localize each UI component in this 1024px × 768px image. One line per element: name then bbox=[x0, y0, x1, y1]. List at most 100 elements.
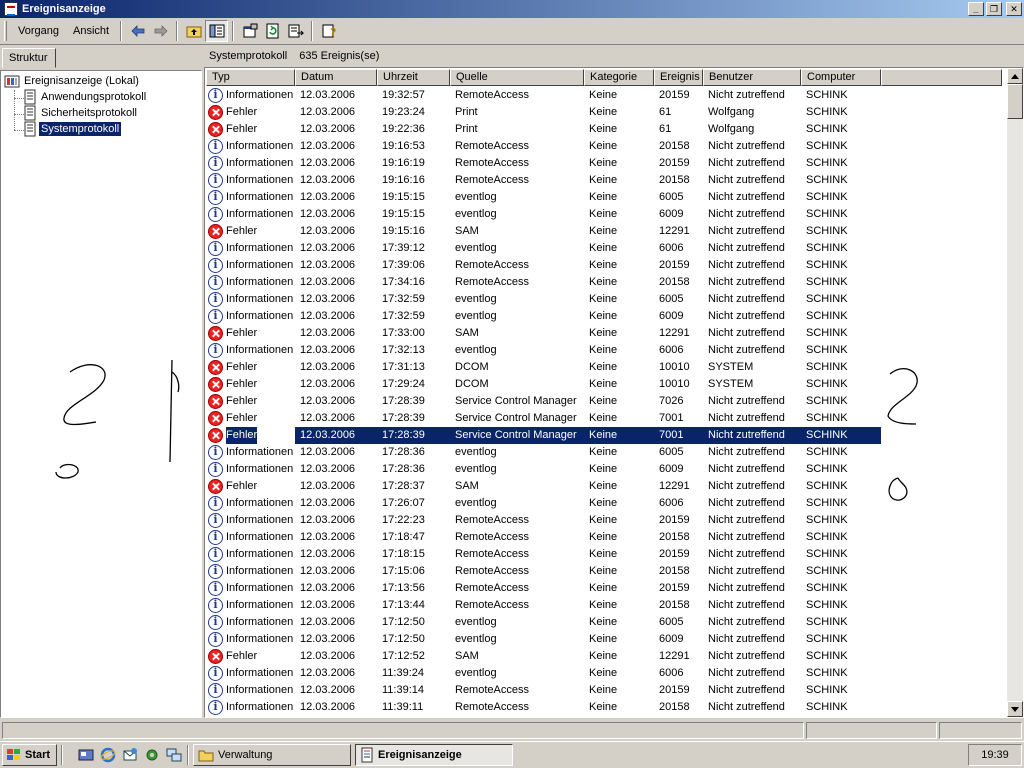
table-row[interactable]: Fehler 12.03.2006 17:28:39 Service Control … bbox=[206, 410, 1002, 427]
settings-icon[interactable] bbox=[143, 746, 161, 764]
table-row[interactable]: Fehler 12.03.2006 19:23:24 Print Keine 61 Wolf… bbox=[206, 104, 1002, 121]
cell-benutzer: Nicht zutreffend bbox=[708, 684, 785, 696]
table-row[interactable]: Informationen 12.03.2006 19:15:15 eventlog K… bbox=[206, 206, 1002, 223]
cell-uhrzeit: 17:28:37 bbox=[382, 480, 425, 492]
task-button-ereignisanzeige[interactable]: Ereignisanzeige bbox=[355, 744, 513, 766]
menu-ansicht[interactable]: Ansicht bbox=[66, 25, 116, 37]
tab-struktur[interactable]: Struktur bbox=[2, 48, 56, 68]
cell-datum: 12.03.2006 bbox=[300, 616, 356, 628]
refresh-button[interactable] bbox=[261, 20, 284, 42]
tree-item-anwendungsprotokoll[interactable]: Anwendungsprotokoll bbox=[23, 89, 148, 105]
table-row[interactable]: Fehler 12.03.2006 17:28:37 SAM Keine 12291 Nic… bbox=[206, 478, 1002, 495]
internet-explorer-icon[interactable] bbox=[99, 746, 117, 764]
table-row[interactable]: Fehler 12.03.2006 17:33:00 SAM Keine 12291 Nic… bbox=[206, 325, 1002, 342]
outlook-express-icon[interactable] bbox=[121, 746, 139, 764]
scroll-thumb[interactable] bbox=[1007, 84, 1023, 119]
table-row[interactable]: Informationen 12.03.2006 17:15:06 RemoteAcc… bbox=[206, 563, 1002, 580]
minimize-button[interactable]: _ bbox=[968, 2, 984, 16]
table-row[interactable]: Informationen 12.03.2006 17:18:15 RemoteAcc… bbox=[206, 546, 1002, 563]
table-row[interactable]: Informationen 12.03.2006 19:16:16 RemoteAcc… bbox=[206, 172, 1002, 189]
cell-ereignis: 20159 bbox=[659, 259, 690, 271]
table-row[interactable]: Informationen 12.03.2006 17:39:06 RemoteAcc… bbox=[206, 257, 1002, 274]
column-header-kategorie[interactable]: Kategorie bbox=[584, 69, 654, 86]
table-row[interactable]: Informationen 12.03.2006 19:15:15 eventlog K… bbox=[206, 189, 1002, 206]
network-icon[interactable] bbox=[165, 746, 183, 764]
close-button[interactable]: ✕ bbox=[1006, 2, 1022, 16]
table-row[interactable]: Informationen 12.03.2006 11:39:14 RemoteAcc… bbox=[206, 682, 1002, 699]
back-button[interactable] bbox=[126, 20, 149, 42]
cell-benutzer: Nicht zutreffend bbox=[708, 463, 785, 475]
tree-item-event-viewer-local[interactable]: Ereignisanzeige (Lokal) bbox=[4, 73, 141, 89]
export-list-button[interactable] bbox=[284, 20, 307, 42]
table-row[interactable]: Informationen 12.03.2006 17:34:16 RemoteAcc… bbox=[206, 274, 1002, 291]
table-row[interactable]: Informationen 12.03.2006 11:39:11 RemoteAcc… bbox=[206, 699, 1002, 716]
system-tray-clock[interactable]: 19:39 bbox=[968, 744, 1022, 766]
tree-item-systemprotokoll[interactable]: Systemprotokoll bbox=[23, 121, 122, 137]
show-desktop-icon[interactable] bbox=[77, 746, 95, 764]
table-row[interactable]: Fehler 12.03.2006 17:31:13 DCOM Keine 10010 SY… bbox=[206, 359, 1002, 376]
table-row[interactable]: Informationen 12.03.2006 17:22:23 RemoteAcc… bbox=[206, 512, 1002, 529]
show-hide-tree-button[interactable] bbox=[205, 20, 229, 42]
table-row[interactable]: Informationen 12.03.2006 19:16:53 RemoteAcc… bbox=[206, 138, 1002, 155]
event-viewer-app-icon[interactable] bbox=[4, 2, 18, 16]
table-row[interactable]: Informationen 12.03.2006 17:26:07 eventlog K… bbox=[206, 495, 1002, 512]
properties-button[interactable] bbox=[238, 20, 261, 42]
table-row[interactable]: Informationen 12.03.2006 17:13:56 RemoteAcc… bbox=[206, 580, 1002, 597]
table-row[interactable]: Fehler 12.03.2006 19:15:16 SAM Keine 12291 Nic… bbox=[206, 223, 1002, 240]
cell-typ: Informationen bbox=[206, 155, 295, 172]
table-row[interactable]: Informationen 12.03.2006 11:39:24 eventlog K… bbox=[206, 665, 1002, 682]
cell-typ: Fehler bbox=[206, 393, 295, 410]
event-list[interactable]: Typ Datum Uhrzeit Quelle Kategorie Ereig… bbox=[204, 67, 1024, 718]
cell-uhrzeit: 19:16:53 bbox=[382, 140, 425, 152]
table-row[interactable]: Informationen 12.03.2006 17:32:59 eventlog K… bbox=[206, 308, 1002, 325]
table-row[interactable]: Informationen 12.03.2006 17:18:47 RemoteAcc… bbox=[206, 529, 1002, 546]
column-header-benutzer[interactable]: Benutzer bbox=[703, 69, 801, 86]
info-icon bbox=[208, 598, 223, 613]
forward-button[interactable] bbox=[149, 20, 172, 42]
cell-typ: Informationen bbox=[206, 597, 295, 614]
menu-vorgang[interactable]: Vorgang bbox=[11, 25, 66, 37]
table-row[interactable]: Informationen 12.03.2006 17:12:50 eventlog K… bbox=[206, 614, 1002, 631]
table-row[interactable]: Informationen 12.03.2006 17:39:12 eventlog K… bbox=[206, 240, 1002, 257]
column-header-uhrzeit[interactable]: Uhrzeit bbox=[377, 69, 450, 86]
table-row[interactable]: Fehler 12.03.2006 17:12:52 SAM Keine 12291 Nic… bbox=[206, 648, 1002, 665]
vertical-scrollbar[interactable] bbox=[1007, 68, 1023, 717]
table-row[interactable]: Informationen 12.03.2006 17:32:59 eventlog K… bbox=[206, 291, 1002, 308]
cell-ereignis: 20158 bbox=[659, 276, 690, 288]
table-row[interactable]: Fehler 12.03.2006 17:29:24 DCOM Keine 10010 SY… bbox=[206, 376, 1002, 393]
table-row[interactable]: Fehler 12.03.2006 17:28:39 Service Control … bbox=[206, 427, 881, 444]
column-header-ereignis[interactable]: Ereignis bbox=[654, 69, 703, 86]
toolbar-grip[interactable] bbox=[4, 21, 7, 41]
column-header-quelle[interactable]: Quelle bbox=[450, 69, 584, 86]
table-row[interactable]: Informationen 12.03.2006 17:28:36 eventlog K… bbox=[206, 461, 1002, 478]
restore-button[interactable]: ❐ bbox=[986, 2, 1002, 16]
table-row[interactable]: Fehler 12.03.2006 17:28:39 Service Control … bbox=[206, 393, 1002, 410]
task-button-verwaltung[interactable]: Verwaltung bbox=[193, 744, 351, 766]
cell-ereignis: 7026 bbox=[659, 395, 684, 407]
tree-item-sicherheitsprotokoll[interactable]: Sicherheitsprotokoll bbox=[23, 105, 139, 121]
tree-view[interactable]: Ereignisanzeige (Lokal) Anwendungsprotok… bbox=[0, 70, 202, 718]
cell-quelle: RemoteAccess bbox=[455, 684, 529, 696]
table-row[interactable]: Informationen 12.03.2006 17:12:50 eventlog K… bbox=[206, 631, 1002, 648]
cell-datum: 12.03.2006 bbox=[300, 650, 356, 662]
cell-quelle: Service Control Manager bbox=[455, 395, 577, 407]
column-header-computer[interactable]: Computer bbox=[801, 69, 881, 86]
column-header-typ[interactable]: Typ bbox=[206, 69, 295, 86]
cell-computer: SCHINK bbox=[806, 548, 848, 560]
cell-typ: Informationen bbox=[206, 274, 295, 291]
table-row[interactable]: Informationen 12.03.2006 19:16:19 RemoteAcc… bbox=[206, 155, 1002, 172]
table-row[interactable]: Informationen 12.03.2006 17:28:36 eventlog K… bbox=[206, 444, 1002, 461]
up-one-level-button[interactable] bbox=[182, 20, 205, 42]
help-button[interactable]: ? bbox=[317, 20, 340, 42]
cell-uhrzeit: 19:22:36 bbox=[382, 123, 425, 135]
table-row[interactable]: Informationen 12.03.2006 19:32:57 RemoteAcc… bbox=[206, 87, 1002, 104]
cell-typ: Fehler bbox=[206, 427, 295, 444]
cell-kategorie: Keine bbox=[589, 395, 618, 407]
column-header-datum[interactable]: Datum bbox=[295, 69, 377, 86]
table-row[interactable]: Fehler 12.03.2006 19:22:36 Print Keine 61 Wolf… bbox=[206, 121, 1002, 138]
start-button[interactable]: Start bbox=[2, 744, 57, 766]
table-row[interactable]: Informationen 12.03.2006 17:32:13 eventlog K… bbox=[206, 342, 1002, 359]
scroll-down-button[interactable] bbox=[1007, 701, 1023, 717]
scroll-up-button[interactable] bbox=[1007, 68, 1023, 84]
table-row[interactable]: Informationen 12.03.2006 17:13:44 RemoteAcc… bbox=[206, 597, 1002, 614]
